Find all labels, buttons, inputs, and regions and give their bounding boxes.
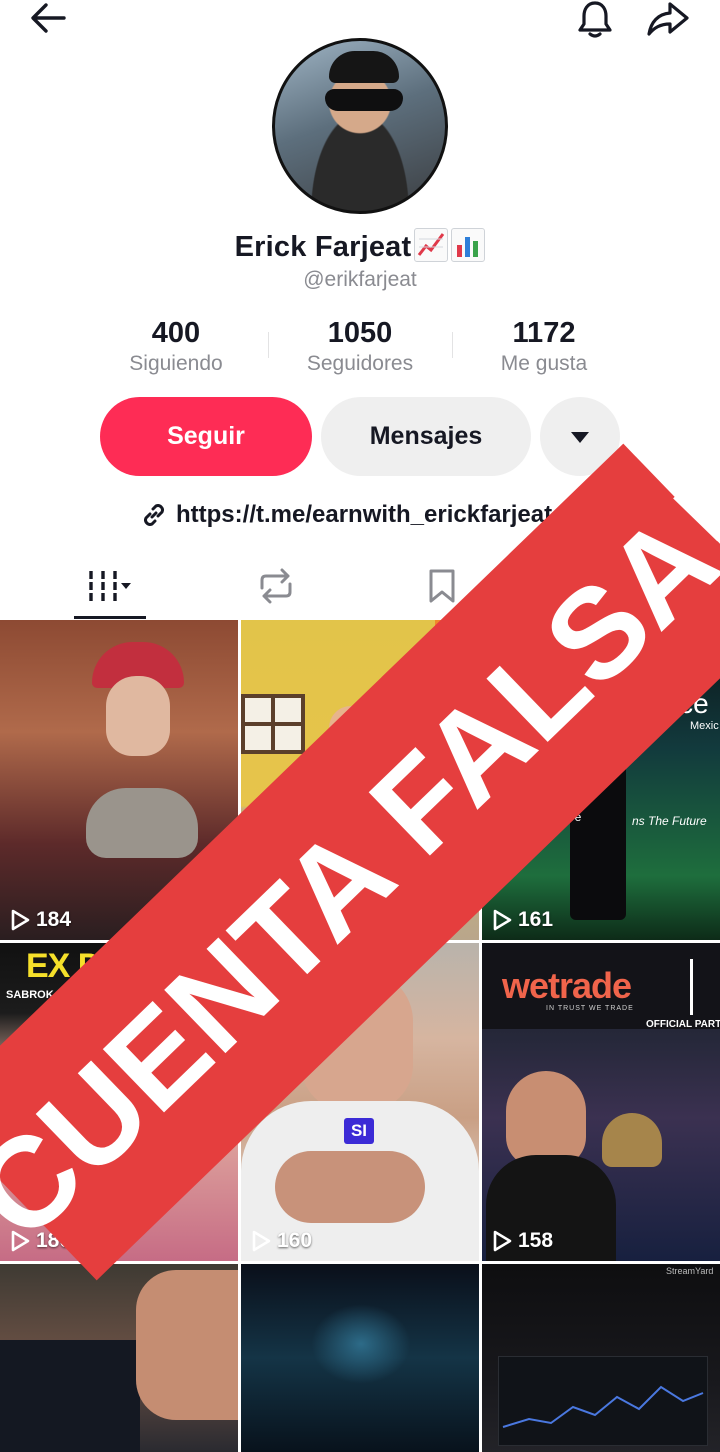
top-bar <box>0 0 720 40</box>
thumbnail-art <box>690 959 693 1015</box>
stat-value: 1172 <box>512 317 576 349</box>
view-count: 161 <box>492 908 553 932</box>
thumbnail-text: OFFICIAL PARTN <box>646 1019 720 1030</box>
video-thumbnail[interactable] <box>241 620 479 940</box>
thumbnail-text: SABROK ES PAPÁ SU <box>6 989 123 1001</box>
more-options-button[interactable] <box>540 397 620 476</box>
stat-likes[interactable]: 1172 Me gusta <box>452 318 636 380</box>
notifications-button[interactable] <box>570 0 620 40</box>
stat-followers[interactable]: 1050 Seguidores <box>268 318 452 380</box>
share-button[interactable] <box>642 0 694 38</box>
play-icon <box>252 1230 271 1252</box>
video-thumbnail[interactable]: StreamYard <box>482 1264 720 1452</box>
profile-name-row: Erick Farjeat <box>0 228 720 264</box>
thumbnail-art <box>498 1356 708 1446</box>
thumbnail-text: wetrade <box>502 965 632 1006</box>
view-count-text: 160 <box>277 1229 313 1252</box>
thumbnail-text: Mexic <box>690 720 719 732</box>
video-thumbnail[interactable]: EX DE SA SABROK ES PAPÁ SU CO 180 <box>0 943 238 1261</box>
thumbnail-art <box>570 740 626 920</box>
stat-value: 1050 <box>327 317 393 349</box>
repost-icon <box>260 568 292 604</box>
tab-videos[interactable] <box>74 556 146 616</box>
bookmark-icon <box>429 569 455 603</box>
thumbnail-text: SI <box>344 1118 374 1144</box>
video-thumbnail[interactable] <box>0 1264 238 1452</box>
video-thumbnail[interactable] <box>241 1264 479 1452</box>
play-icon <box>11 909 30 931</box>
caret-down-icon <box>571 431 589 443</box>
avatar-sunglasses <box>325 89 403 111</box>
bar-chart-emoji <box>451 228 486 262</box>
play-icon <box>493 1230 512 1252</box>
avatar-hair <box>329 51 399 83</box>
arrow-left-icon <box>31 3 66 33</box>
thumbnail-art <box>241 694 305 754</box>
view-count-text: 158 <box>518 1229 554 1252</box>
tab-reposts[interactable] <box>250 556 302 616</box>
video-grid: 184 ind ence Mexic Where ns The Future 1… <box>0 620 720 1452</box>
thumbnail-text: StreamYard <box>666 1266 714 1276</box>
thumbnail-text: IN TRUST WE TRADE <box>546 1005 634 1012</box>
thumbnail-art <box>86 788 198 858</box>
thumbnail-art <box>0 1340 140 1452</box>
profile-handle: @erikfarjeat <box>303 268 417 291</box>
grid-icon <box>89 571 131 601</box>
thumbnail-art <box>329 706 373 756</box>
thumbnail-art <box>506 1071 586 1167</box>
tab-saved[interactable] <box>418 556 466 616</box>
video-thumbnail[interactable]: SI 160 <box>241 943 479 1261</box>
video-thumbnail[interactable]: wetrade IN TRUST WE TRADE OFFICIAL PARTN… <box>482 943 720 1261</box>
thumbnail-art <box>311 1304 411 1384</box>
profile-tabs <box>0 556 720 620</box>
thumbnail-art <box>106 676 170 756</box>
thumbnail-art <box>136 1270 238 1420</box>
stat-following[interactable]: 400 Siguiendo <box>84 318 268 380</box>
view-count: 180 <box>10 1229 71 1253</box>
play-icon <box>493 909 512 931</box>
play-icon <box>11 1230 30 1252</box>
view-count: 158 <box>492 1229 553 1253</box>
profile-avatar[interactable] <box>272 38 448 214</box>
follow-button[interactable]: Seguir <box>100 397 312 476</box>
profile-stats: 400 Siguiendo 1050 Seguidores 1172 Me gu… <box>84 318 636 380</box>
bio-link[interactable]: https://t.me/earnwith_erickfarjeat <box>140 497 552 533</box>
thumbnail-text: EX DE SA <box>26 947 178 985</box>
stat-label: Siguiendo <box>129 352 223 375</box>
profile-name: Erick Farjeat <box>234 231 412 263</box>
back-button[interactable] <box>24 0 72 36</box>
message-button[interactable]: Mensajes <box>321 397 531 476</box>
chart-increasing-emoji <box>414 228 449 262</box>
view-count: 184 <box>10 908 71 932</box>
stat-label: Me gusta <box>500 352 588 375</box>
thumbnail-art <box>602 1113 662 1167</box>
view-count-text: 161 <box>518 908 554 931</box>
bell-icon <box>578 1 612 38</box>
thumbnail-art <box>275 1151 425 1223</box>
share-icon <box>647 2 689 36</box>
thumbnail-text: ence <box>648 688 709 719</box>
thumbnail-text: ind <box>678 656 713 686</box>
thumbnail-text: ns The Future <box>632 814 707 828</box>
thumbnail-text: Where <box>546 810 582 824</box>
view-count-text: 184 <box>36 908 72 931</box>
thumbnail-text: CO <box>56 1005 98 1036</box>
thumbnail-art <box>435 620 479 660</box>
thumbnail-art <box>301 971 413 1111</box>
bio-link-text: https://t.me/earnwith_erickfarjeat <box>176 501 553 528</box>
link-icon <box>140 501 168 529</box>
stat-value: 400 <box>151 317 201 349</box>
view-count-text: 180 <box>36 1229 72 1252</box>
video-thumbnail[interactable]: 184 <box>0 620 238 940</box>
stat-label: Seguidores <box>306 352 414 375</box>
view-count: 160 <box>251 1229 312 1253</box>
video-thumbnail[interactable]: ind ence Mexic Where ns The Future 161 <box>482 620 720 940</box>
tab-active-indicator <box>74 616 146 619</box>
